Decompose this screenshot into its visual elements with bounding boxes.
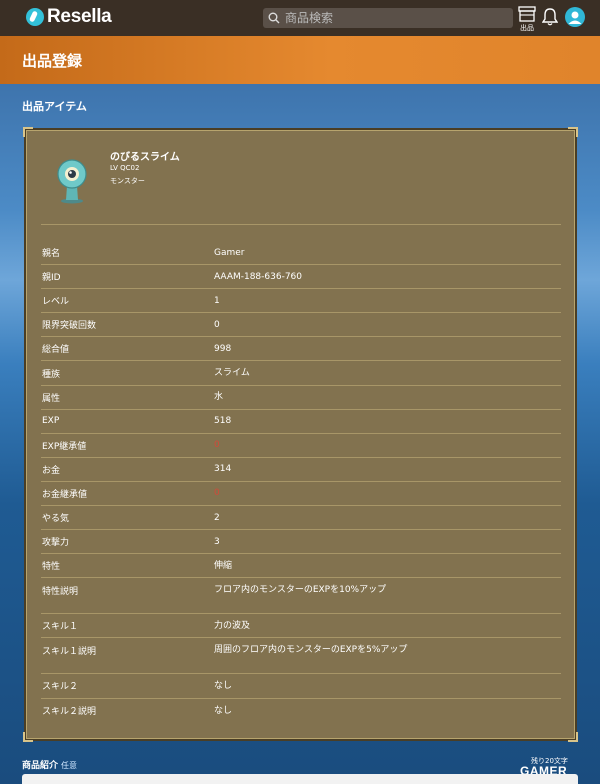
detail-value: 0 xyxy=(214,319,220,330)
detail-key: スキル１説明 xyxy=(42,647,97,658)
listing-label: 出品 xyxy=(520,24,534,32)
detail-value: なし xyxy=(214,680,233,691)
store-icon xyxy=(518,6,536,22)
detail-row: お金 314 xyxy=(41,458,561,482)
detail-key: レベル xyxy=(42,297,70,308)
detail-key: 攻撃力 xyxy=(42,538,70,549)
detail-key: 属性 xyxy=(42,393,61,404)
bell-icon[interactable] xyxy=(542,8,558,26)
detail-table: 親名 Gamer 親ID AAAM-188-636-760 レベル 1 限界突破… xyxy=(41,241,561,723)
detail-value: 伸縮 xyxy=(214,560,233,571)
detail-row: 属性 水 xyxy=(41,386,561,410)
corner-ornament xyxy=(568,732,578,742)
detail-row: やる気 2 xyxy=(41,506,561,531)
detail-key: 親ID xyxy=(42,273,61,284)
detail-value: 1 xyxy=(214,295,220,306)
listing-button[interactable]: 出品 xyxy=(516,6,538,32)
detail-value: 0 xyxy=(214,440,220,451)
logo[interactable]: Resella xyxy=(26,6,112,28)
item-name: のびるスライム xyxy=(110,152,180,163)
item-level-code: LV QC02 xyxy=(110,164,140,172)
detail-row: 総合値 998 xyxy=(41,337,561,362)
detail-value: スライム xyxy=(214,368,250,379)
item-category: モンスター xyxy=(110,177,145,185)
detail-row: 特性説明 フロア内のモンスターのEXPを10%アップ xyxy=(41,578,561,615)
detail-value: 998 xyxy=(214,343,232,354)
detail-row: 限界突破回数 0 xyxy=(41,313,561,338)
detail-value: 3 xyxy=(214,536,220,547)
detail-value: 314 xyxy=(214,464,232,475)
search-input[interactable] xyxy=(285,11,505,25)
slime-monster-icon xyxy=(57,159,87,204)
detail-value: 2 xyxy=(214,512,220,523)
detail-key: EXP継承値 xyxy=(42,441,87,452)
detail-value: AAAM-188-636-760 xyxy=(214,271,303,282)
user-icon xyxy=(568,11,582,24)
optional-tag: 任意 xyxy=(61,761,78,770)
top-header: Resella 出品 xyxy=(0,0,600,36)
detail-key: 特性説明 xyxy=(42,587,79,598)
detail-row: 攻撃力 3 xyxy=(41,530,561,555)
item-card: のびるスライム LV QC02 モンスター 親名 Gamer 親ID AAAM-… xyxy=(23,127,578,742)
detail-value: Gamer xyxy=(214,247,245,258)
detail-key: スキル１ xyxy=(42,622,79,633)
detail-row: レベル 1 xyxy=(41,289,561,314)
detail-row: 特性 伸縮 xyxy=(41,554,561,579)
divider xyxy=(41,224,561,225)
logo-mark-icon xyxy=(26,8,44,26)
detail-row: 親名 Gamer xyxy=(41,241,561,266)
detail-key: スキル２説明 xyxy=(42,707,97,718)
logo-text: Resella xyxy=(47,6,112,27)
corner-ornament xyxy=(23,732,33,742)
detail-key: お金継承値 xyxy=(42,489,88,500)
detail-key: スキル２ xyxy=(42,682,79,693)
detail-key: 親名 xyxy=(42,249,61,260)
description-label: 商品紹介 任意 xyxy=(22,758,77,771)
detail-row: スキル２ なし xyxy=(41,674,561,699)
section-label: 出品アイテム xyxy=(22,100,87,113)
corner-ornament xyxy=(568,127,578,137)
detail-row: スキル１ 力の波及 xyxy=(41,614,561,639)
title-bar: 出品登録 xyxy=(0,36,600,84)
detail-key: 特性 xyxy=(42,562,61,573)
detail-row: 種族 スライム xyxy=(41,361,561,386)
page-title: 出品登録 xyxy=(22,51,83,70)
detail-row: スキル１説明 周囲のフロア内のモンスターのEXPを5%アップ xyxy=(41,638,561,675)
detail-value: 周囲のフロア内のモンスターのEXPを5%アップ xyxy=(214,645,408,656)
detail-row: 親ID AAAM-188-636-760 xyxy=(41,265,561,290)
detail-value: 0 xyxy=(214,488,220,499)
detail-key: 限界突破回数 xyxy=(42,321,97,332)
detail-key: やる気 xyxy=(42,514,70,525)
corner-ornament xyxy=(23,127,33,137)
detail-key: EXP xyxy=(42,416,60,427)
detail-value: 518 xyxy=(214,416,232,427)
search-icon xyxy=(268,12,280,24)
detail-row: EXP継承値 0 xyxy=(41,434,561,458)
detail-row: お金継承値 0 xyxy=(41,482,561,507)
description-textarea[interactable] xyxy=(22,774,578,784)
detail-value: 水 xyxy=(214,392,224,403)
detail-value: 力の波及 xyxy=(214,620,251,631)
detail-key: 総合値 xyxy=(42,345,70,356)
detail-value: なし xyxy=(214,705,233,716)
detail-value: フロア内のモンスターのEXPを10%アップ xyxy=(214,585,387,596)
search-box[interactable] xyxy=(263,8,513,28)
detail-key: お金 xyxy=(42,465,61,476)
user-avatar[interactable] xyxy=(565,7,585,27)
detail-key: 種族 xyxy=(42,369,61,380)
detail-row: スキル２説明 なし xyxy=(41,699,561,723)
description-label-text: 商品紹介 xyxy=(22,761,59,771)
detail-row: EXP 518 xyxy=(41,410,561,434)
